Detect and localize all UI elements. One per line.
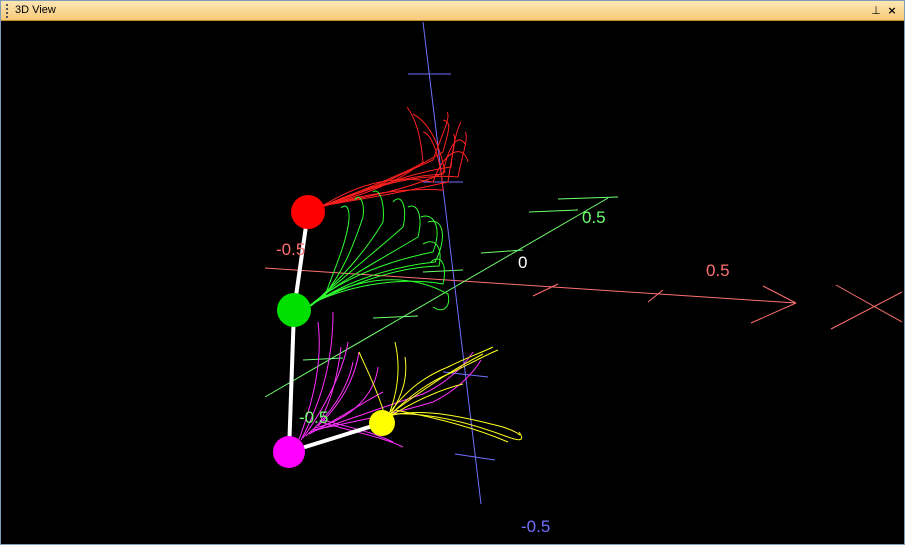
green-trajectories [302, 190, 450, 313]
drag-grip-icon[interactable] [6, 4, 9, 18]
x-axis [264, 267, 902, 330]
3d-view-window: 3D View ⊥ × -0.5 0.5 0 0.5 -0.5 -0.5 [0, 0, 905, 545]
title-bar[interactable]: 3D View ⊥ × [1, 1, 904, 21]
red-trajectories [312, 106, 469, 213]
x-axis-neg-label: -0.5 [276, 240, 306, 259]
scene-canvas[interactable] [3, 22, 902, 543]
3d-viewport[interactable]: -0.5 0.5 0 0.5 -0.5 -0.5 [3, 22, 902, 543]
joint-bottom[interactable] [273, 436, 305, 468]
close-icon[interactable]: × [885, 4, 899, 17]
z-axis-neg-label: -0.5 [521, 517, 551, 536]
y-axis-neg-label: -0.5 [299, 408, 329, 427]
origin-label: 0 [518, 253, 528, 272]
window-title: 3D View [15, 4, 56, 16]
joint-top[interactable] [291, 195, 325, 229]
joint-middle[interactable] [277, 293, 311, 327]
y-axis-pos-label: 0.5 [582, 208, 606, 227]
joint-end[interactable] [369, 410, 395, 436]
pin-icon[interactable]: ⊥ [869, 4, 883, 17]
x-axis-pos-label: 0.5 [706, 261, 730, 280]
